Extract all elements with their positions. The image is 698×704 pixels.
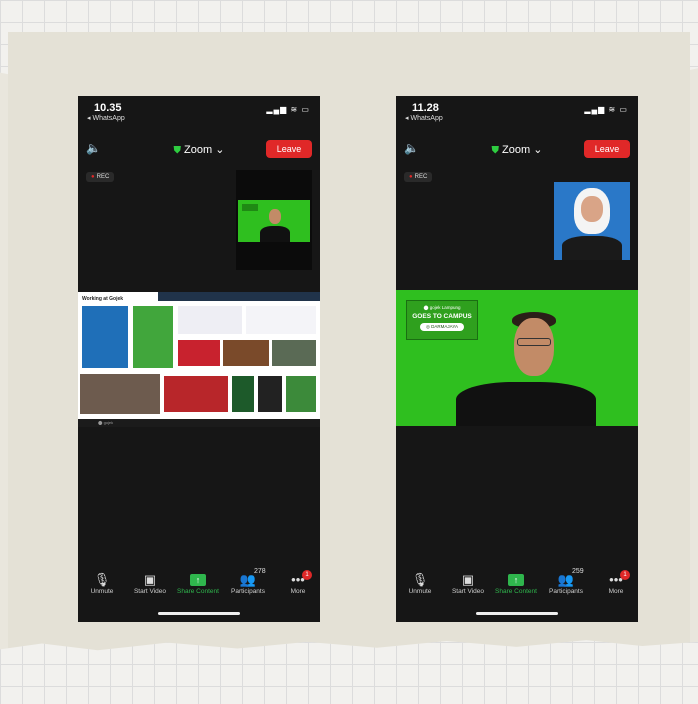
phone-screenshot-1: 10.35 ◂ WhatsApp ▂▄▆ ≋ ▭ 🔈 ⛊ Zoom ⌄ Leave… (78, 96, 320, 622)
poster-blue (82, 306, 128, 368)
participant-face (581, 196, 603, 222)
shared-screen: Working at Gojek (78, 292, 320, 419)
more-dots-icon: ••• (291, 572, 305, 587)
zoom-label: Zoom ⌄ (502, 144, 543, 156)
photo-collage (80, 374, 160, 414)
share-content-button[interactable]: ↑ Share Content (174, 572, 222, 595)
meeting-toolbar: 🎙 Unmute ▣ Start Video ↑ Share Content 👥 278… (78, 564, 320, 622)
leave-button[interactable]: Leave (584, 140, 630, 158)
home-indicator (476, 612, 558, 615)
unmute-button[interactable]: 🎙 Unmute (78, 572, 126, 595)
unmute-label: Unmute (90, 588, 114, 595)
rec-label: REC (414, 174, 428, 180)
leave-button[interactable]: Leave (266, 140, 312, 158)
banner-main-text: GOES TO CAMPUS (412, 313, 472, 320)
photo-outdoor (286, 376, 316, 412)
rec-dot-icon: ● (409, 174, 413, 180)
more-button[interactable]: ••• 1 More (592, 570, 638, 595)
status-bar: 10.35 ◂ WhatsApp ▂▄▆ ≋ ▭ (78, 96, 320, 126)
back-to-whatsapp[interactable]: ◂ WhatsApp (405, 114, 443, 122)
speaker-face (514, 318, 554, 376)
promo-red (178, 340, 220, 366)
shield-icon: ⛊ (173, 145, 182, 156)
banner-top-text: ⬤ gojek Lampung (423, 305, 461, 310)
more-badge: 1 (302, 570, 312, 580)
promo-banner (164, 376, 228, 412)
participants-label: Participants (231, 588, 265, 595)
status-bar: 11.28 ◂ WhatsApp ▂▄▆ ≋ ▭ (396, 96, 638, 126)
participants-count: 278 (254, 568, 266, 575)
poster-green (133, 306, 173, 368)
status-time: 11.28 (412, 102, 439, 114)
more-dots-icon: ••• (609, 572, 623, 587)
status-time: 10.35 (94, 102, 122, 114)
shared-screen-title: Working at Gojek (82, 296, 124, 302)
person-shirt (260, 226, 290, 242)
back-to-whatsapp[interactable]: ◂ WhatsApp (87, 114, 125, 122)
more-button[interactable]: ••• 1 More (274, 570, 320, 595)
mic-muted-icon: 🎙 (93, 572, 111, 587)
speaker-shirt (456, 382, 596, 426)
share-content-label: Share Content (177, 588, 219, 595)
participant-thumbnail[interactable] (554, 182, 630, 260)
article-card-2 (246, 306, 316, 334)
shield-icon: ⛊ (491, 145, 500, 156)
rec-badge: ● REC (404, 172, 433, 182)
zoom-topbar: 🔈 ⛊ Zoom ⌄ Leave (396, 138, 638, 162)
participants-count: 259 (572, 568, 584, 575)
signal-wifi-battery-icon: ▂▄▆ ≋ ▭ (584, 105, 628, 114)
participant-shirt (562, 236, 622, 260)
video-off-icon: ▣ (143, 572, 157, 587)
zoom-topbar: 🔈 ⛊ Zoom ⌄ Leave (78, 138, 320, 162)
signal-wifi-battery-icon: ▂▄▆ ≋ ▭ (266, 105, 310, 114)
goes-to-campus-banner: ⬤ gojek Lampung GOES TO CAMPUS ◎ DARMAJA… (406, 300, 478, 340)
article-card-1 (178, 306, 242, 334)
more-label: More (608, 588, 624, 595)
video-off-icon: ▣ (461, 572, 475, 587)
shared-screen-footer: ⬤ gojek (78, 419, 320, 427)
start-video-button[interactable]: ▣ Start Video (444, 572, 492, 595)
unmute-label: Unmute (408, 588, 432, 595)
promo-food (223, 340, 269, 366)
start-video-label: Start Video (133, 588, 167, 595)
share-arrow-icon: ↑ (508, 574, 524, 586)
participants-button[interactable]: 👥 278 Participants (224, 568, 272, 595)
glasses-icon (517, 338, 551, 346)
meeting-toolbar: 🎙 Unmute ▣ Start Video ↑ Share Content 👥 259… (396, 564, 638, 622)
mini-banner (242, 204, 258, 211)
share-content-label: Share Content (495, 588, 537, 595)
green-screen-video (238, 200, 310, 242)
rec-badge: ● REC (86, 172, 115, 182)
person-face (269, 209, 281, 224)
zoom-label: Zoom ⌄ (184, 144, 225, 156)
mic-muted-icon: 🎙 (411, 572, 429, 587)
participants-button[interactable]: 👥 259 Participants (542, 568, 590, 595)
more-badge: 1 (620, 570, 630, 580)
active-speaker-video: ⬤ gojek Lampung GOES TO CAMPUS ◎ DARMAJA… (396, 290, 638, 426)
participants-label: Participants (549, 588, 583, 595)
share-arrow-icon: ↑ (190, 574, 206, 586)
banner-pill: ◎ DARMAJAYA (420, 323, 464, 331)
poster-dark (258, 376, 282, 412)
rec-label: REC (96, 174, 110, 180)
rec-dot-icon: ● (91, 174, 95, 180)
more-label: More (290, 588, 306, 595)
start-video-label: Start Video (451, 588, 485, 595)
share-content-button[interactable]: ↑ Share Content (492, 572, 540, 595)
home-indicator (158, 612, 240, 615)
phone-screenshot-2: 11.28 ◂ WhatsApp ▂▄▆ ≋ ▭ 🔈 ⛊ Zoom ⌄ Leave… (396, 96, 638, 622)
photo-group (272, 340, 316, 366)
unmute-button[interactable]: 🎙 Unmute (396, 572, 444, 595)
poster-dark-green (232, 376, 254, 412)
start-video-button[interactable]: ▣ Start Video (126, 572, 174, 595)
speaker-thumbnail[interactable] (236, 170, 312, 270)
